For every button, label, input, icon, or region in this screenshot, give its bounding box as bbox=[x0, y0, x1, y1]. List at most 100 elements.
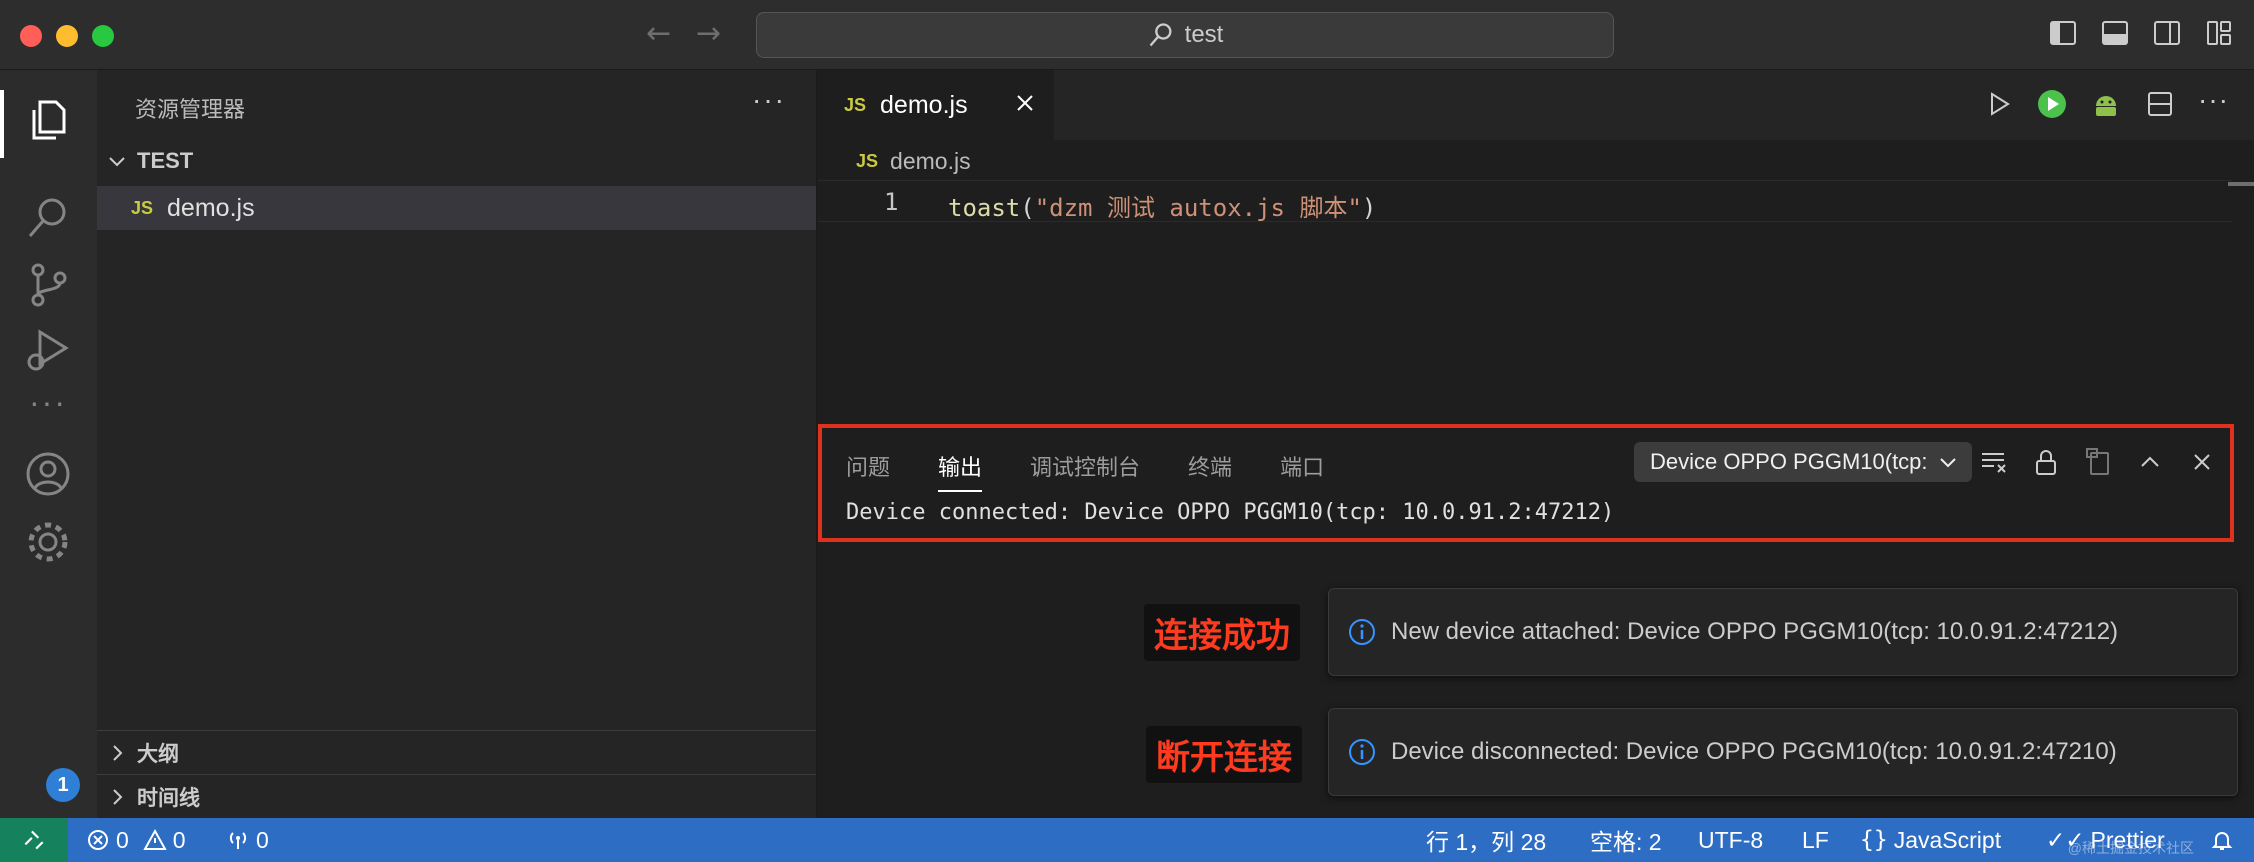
broadcast-icon bbox=[229, 832, 247, 849]
js-file-icon: JS bbox=[131, 197, 154, 218]
toggle-secondary-sidebar-icon[interactable] bbox=[2152, 18, 2182, 48]
command-center-search[interactable]: test bbox=[756, 12, 1614, 58]
sidebar-title: 资源管理器 bbox=[135, 97, 246, 122]
outline-section[interactable]: 大纲 bbox=[97, 730, 816, 774]
source-control-icon[interactable] bbox=[24, 260, 72, 308]
remote-icon bbox=[24, 830, 44, 850]
tab-output[interactable]: 输出 bbox=[938, 450, 983, 492]
output-line: Device connected: Device OPPO PGGM10(tcp… bbox=[846, 500, 1615, 525]
search-text: test bbox=[1184, 21, 1224, 48]
tab-ports[interactable]: 端口 bbox=[1280, 450, 1324, 492]
tab-label: demo.js bbox=[880, 90, 968, 119]
problems-status[interactable]: 0 0 bbox=[86, 818, 186, 862]
search-view-icon[interactable] bbox=[24, 194, 72, 242]
open-output-editor-icon[interactable] bbox=[2082, 446, 2114, 478]
folder-header-test[interactable]: TEST bbox=[107, 148, 193, 174]
js-file-icon: JS bbox=[844, 94, 867, 115]
editor-tab-bar: JS demo.js ··· bbox=[818, 70, 2254, 140]
chevron-down-icon bbox=[109, 157, 125, 167]
close-window-button[interactable] bbox=[20, 25, 42, 47]
outline-label: 大纲 bbox=[137, 742, 179, 766]
customize-layout-icon[interactable] bbox=[2204, 18, 2234, 48]
timeline-label: 时间线 bbox=[137, 786, 200, 810]
manage-gear-icon[interactable] bbox=[24, 518, 72, 566]
clear-output-icon[interactable] bbox=[1978, 446, 2010, 478]
chevron-right-icon bbox=[113, 744, 123, 761]
lock-scroll-icon[interactable] bbox=[2030, 446, 2062, 478]
bell-icon bbox=[2211, 832, 2233, 850]
tab-debug-console[interactable]: 调试控制台 bbox=[1030, 450, 1140, 492]
annotation-connected: 连接成功 bbox=[1144, 604, 1300, 661]
breadcrumb[interactable]: JS demo.js bbox=[856, 148, 971, 175]
back-arrow-icon[interactable]: ← bbox=[646, 16, 671, 51]
file-item-demo-js[interactable]: JS demo.js bbox=[97, 186, 816, 230]
language-label: JavaScript bbox=[1893, 826, 2002, 853]
ports-status[interactable]: 0 bbox=[226, 818, 269, 862]
status-bar: 0 0 0 行 1，列 28 空格: 2 UTF-8 LF {} JavaScr… bbox=[0, 818, 2254, 862]
language-mode[interactable]: {} JavaScript bbox=[1860, 818, 2001, 862]
line-number: 1 bbox=[884, 188, 899, 216]
eol-status[interactable]: LF bbox=[1802, 818, 1829, 862]
remote-indicator[interactable] bbox=[0, 818, 68, 862]
search-icon bbox=[1149, 23, 1172, 47]
notification-message: New device attached: Device OPPO PGGM10(… bbox=[1391, 618, 2119, 645]
title-bar: ← → test bbox=[0, 0, 2254, 70]
code-string: "dzm 测试 autox.js 脚本" bbox=[1034, 194, 1362, 222]
code-paren-close: ) bbox=[1361, 194, 1377, 222]
tab-terminal[interactable]: 终端 bbox=[1188, 450, 1232, 492]
close-icon[interactable] bbox=[1012, 90, 1038, 116]
file-name: demo.js bbox=[167, 193, 255, 222]
autox-run-icon[interactable] bbox=[2036, 88, 2068, 120]
maximize-window-button[interactable] bbox=[92, 25, 114, 47]
run-and-debug-icon[interactable] bbox=[24, 326, 72, 374]
active-indicator bbox=[0, 90, 4, 158]
timeline-section[interactable]: 时间线 bbox=[97, 774, 816, 818]
toggle-panel-icon[interactable] bbox=[2100, 18, 2130, 48]
braces-icon: {} bbox=[1860, 827, 1888, 853]
scrollbar-marker[interactable] bbox=[2228, 182, 2254, 186]
indentation-status[interactable]: 空格: 2 bbox=[1590, 818, 1662, 862]
tab-demo-js[interactable]: JS demo.js bbox=[818, 70, 1054, 140]
channel-value: Device OPPO PGGM10(tcp: 10.0.91.2:47212) bbox=[1650, 449, 1930, 474]
more-actions-icon[interactable]: ··· bbox=[2198, 86, 2230, 120]
settings-update-badge: 1 bbox=[46, 768, 80, 802]
ports-count: 0 bbox=[256, 826, 269, 853]
chevron-right-icon bbox=[113, 788, 123, 805]
chevron-down-icon bbox=[1940, 458, 1956, 468]
notification-toast[interactable]: Device disconnected: Device OPPO PGGM10(… bbox=[1328, 708, 2238, 796]
explorer-icon[interactable] bbox=[24, 96, 72, 144]
minimize-window-button[interactable] bbox=[56, 25, 78, 47]
more-views-icon[interactable]: ··· bbox=[24, 386, 72, 440]
tab-problems[interactable]: 问题 bbox=[846, 450, 890, 492]
cursor-position[interactable]: 行 1，列 28 bbox=[1426, 818, 1546, 862]
warning-count: 0 bbox=[172, 826, 186, 853]
notifications-bell[interactable] bbox=[2210, 818, 2234, 862]
warning-icon bbox=[143, 828, 167, 850]
output-panel: 问题 输出 调试控制台 终端 端口 Device OPPO PGGM10(tcp… bbox=[818, 424, 2234, 542]
breadcrumb-file: demo.js bbox=[890, 148, 971, 174]
toggle-primary-sidebar-icon[interactable] bbox=[2048, 18, 2078, 48]
sidebar-more-actions[interactable]: ··· bbox=[752, 84, 786, 116]
watermark: @稀土掘金技术社区 bbox=[2067, 840, 2194, 856]
js-file-icon: JS bbox=[856, 151, 879, 171]
error-icon bbox=[88, 830, 108, 850]
error-count: 0 bbox=[116, 826, 129, 853]
forward-arrow-icon[interactable]: → bbox=[696, 16, 721, 51]
close-panel-icon[interactable] bbox=[2186, 446, 2218, 478]
encoding-status[interactable]: UTF-8 bbox=[1698, 818, 1763, 862]
notification-toast[interactable]: New device attached: Device OPPO PGGM10(… bbox=[1328, 588, 2238, 676]
explorer-sidebar: 资源管理器 ··· TEST JS demo.js 大纲 时间线 bbox=[97, 70, 817, 818]
annotation-disconnected: 断开连接 bbox=[1146, 726, 1302, 783]
maximize-panel-icon[interactable] bbox=[2134, 446, 2166, 478]
info-icon bbox=[1349, 619, 1375, 645]
code-content: toast("dzm 测试 autox.js 脚本") bbox=[948, 188, 1376, 223]
notification-message: Device disconnected: Device OPPO PGGM10(… bbox=[1391, 738, 2117, 765]
accounts-icon[interactable] bbox=[24, 450, 72, 498]
android-robot-icon[interactable] bbox=[2090, 88, 2122, 120]
folder-name: TEST bbox=[137, 148, 194, 173]
split-editor-icon[interactable] bbox=[2144, 88, 2176, 120]
info-icon bbox=[1349, 739, 1375, 765]
code-line-1[interactable]: 1 toast("dzm 测试 autox.js 脚本") bbox=[818, 180, 2232, 222]
run-file-icon[interactable] bbox=[1982, 88, 2014, 120]
output-channel-select[interactable]: Device OPPO PGGM10(tcp: 10.0.91.2:47212) bbox=[1634, 442, 1972, 482]
